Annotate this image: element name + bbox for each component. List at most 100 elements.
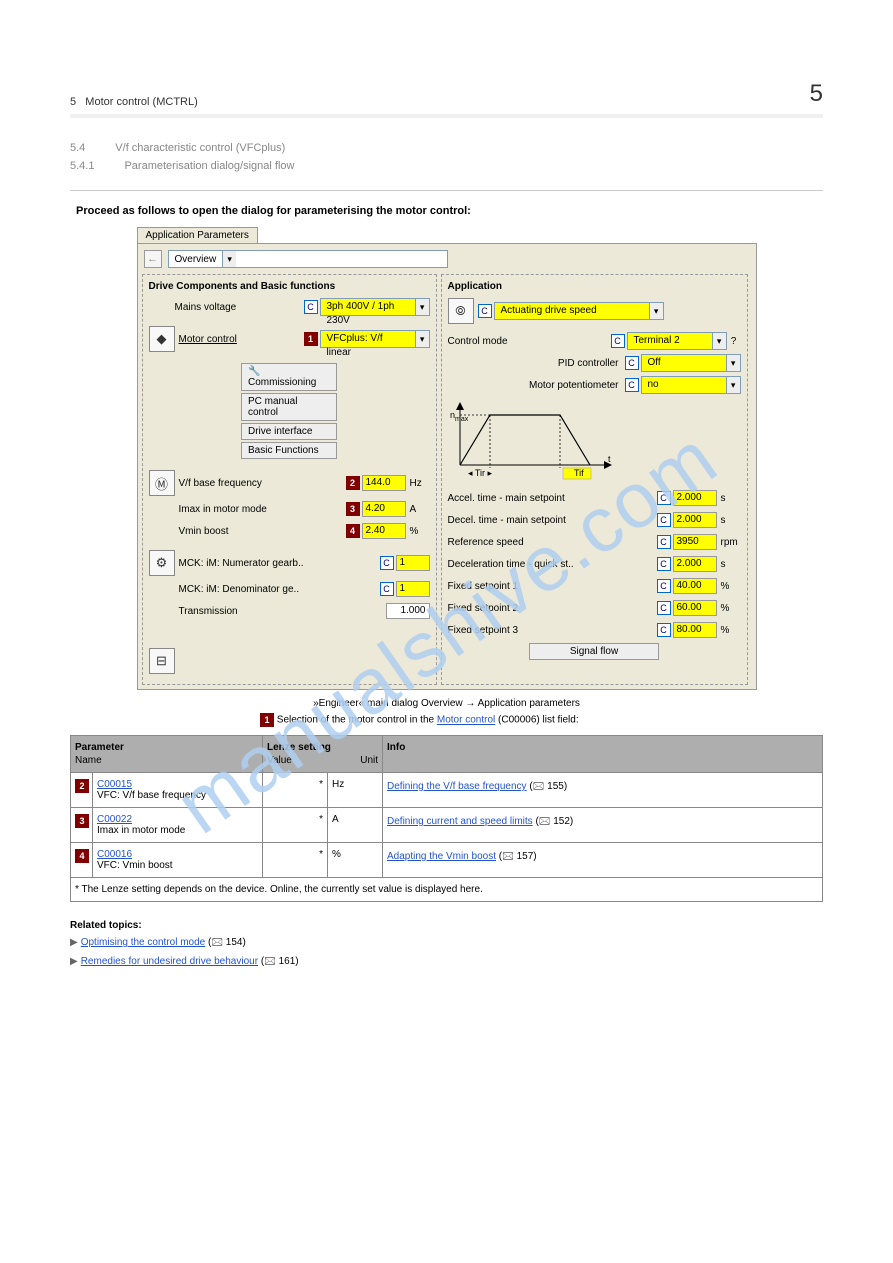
fsp2-value[interactable]: 60.00	[673, 600, 717, 616]
accel-label: Accel. time - main setpoint	[448, 493, 657, 504]
pane-left-title: Drive Components and Basic functions	[149, 281, 430, 292]
c-button[interactable]: C	[657, 491, 671, 505]
param-link[interactable]: C00015	[97, 779, 132, 790]
info-link[interactable]: Adapting the Vmin boost	[387, 851, 496, 862]
btn-pc-manual[interactable]: PC manual control	[241, 393, 337, 421]
motor-control-label[interactable]: Motor control	[179, 334, 304, 345]
param-link[interactable]: C00022	[97, 814, 132, 825]
qstop-value[interactable]: 2.000	[673, 556, 717, 572]
vf-base-unit: Hz	[406, 478, 430, 489]
imax-value[interactable]: 4.20	[362, 501, 406, 517]
mck-den-value[interactable]: 1	[396, 581, 430, 597]
badge-4: 4	[346, 524, 360, 538]
parameter-table: ParameterName Lenze setting ValueUnit In…	[70, 735, 823, 902]
c-button[interactable]: C	[625, 378, 639, 392]
c-button[interactable]: C	[478, 304, 492, 318]
intro-text: Proceed as follows to open the dialog fo…	[76, 205, 823, 217]
subsection-1: 5.4 V/f characteristic control (VFCplus)	[70, 142, 823, 154]
pid-label[interactable]: PID controller	[448, 358, 625, 369]
badge-3: 3	[346, 502, 360, 516]
subsection-1-num: 5.4	[70, 142, 85, 154]
help-icon[interactable]: ?	[727, 336, 741, 347]
mck-den-label: MCK: iM: Denominator ge..	[179, 584, 380, 595]
c-button[interactable]: C	[657, 513, 671, 527]
accel-unit: s	[717, 493, 741, 504]
back-button[interactable]: ←	[144, 250, 162, 268]
ramp-diagram: nmax ◂ Tir ▸ Tif t	[450, 400, 620, 480]
screenshot-panel: Application Parameters ← Overview ▾ Driv…	[137, 227, 757, 690]
pid-combo[interactable]: Off ▾	[641, 354, 741, 372]
table-row: 2 C00015VFC: V/f base frequency * Hz Def…	[71, 773, 823, 808]
vmin-unit: %	[406, 526, 430, 537]
dropdown-arrow-icon: ▾	[415, 299, 429, 315]
c-button[interactable]: C	[625, 356, 639, 370]
related-item: ▶Remedies for undesired drive behaviour …	[70, 954, 823, 971]
fsp1-unit: %	[717, 581, 741, 592]
vmin-label: Vmin boost	[179, 526, 346, 537]
fsp3-value[interactable]: 80.00	[673, 622, 717, 638]
c-button[interactable]: C	[657, 535, 671, 549]
motor-control-combo[interactable]: VFCplus: V/f linear ▾	[320, 330, 430, 348]
section-title: Motor control (MCTRL)	[85, 96, 197, 108]
motor-control-icon: ◆	[149, 326, 175, 352]
fsp3-label: Fixed setpoint 3	[448, 625, 657, 636]
c-button[interactable]: C	[657, 623, 671, 637]
mck-num-value[interactable]: 1	[396, 555, 430, 571]
decel-value[interactable]: 2.000	[673, 512, 717, 528]
fsp1-value[interactable]: 40.00	[673, 578, 717, 594]
svg-text:t: t	[608, 454, 611, 464]
related-link[interactable]: Optimising the control mode	[81, 937, 206, 948]
info-link[interactable]: Defining current and speed limits	[387, 816, 533, 827]
divider	[70, 190, 823, 191]
mpot-combo[interactable]: no ▾	[641, 376, 741, 394]
app-icon: ⦾	[448, 298, 474, 324]
table-row: 3 C00022Imax in motor mode * A Defining …	[71, 808, 823, 843]
param-link[interactable]: C00016	[97, 849, 132, 860]
app-value: Actuating drive speed	[495, 303, 649, 319]
c-button[interactable]: C	[657, 557, 671, 571]
fsp2-label: Fixed setpoint 2	[448, 603, 657, 614]
c-button[interactable]: C	[304, 300, 318, 314]
arrow-icon: ▶	[70, 956, 78, 967]
app-combo[interactable]: Actuating drive speed ▾	[494, 302, 664, 320]
dropdown-arrow-icon: ▾	[726, 355, 740, 371]
info-link[interactable]: Defining the V/f base frequency	[387, 781, 527, 792]
control-mode-combo[interactable]: Terminal 2 ▾	[627, 332, 727, 350]
signal-flow-button[interactable]: Signal flow	[529, 643, 659, 660]
control-mode-label: Control mode	[448, 336, 611, 347]
subsection-2-num: 5.4.1	[70, 160, 94, 172]
tab-app-parameters[interactable]: Application Parameters	[137, 227, 258, 243]
qstop-label: Deceleration time - quick st..	[448, 559, 657, 570]
c-button[interactable]: C	[657, 579, 671, 593]
c-button[interactable]: C	[657, 601, 671, 615]
mpot-label[interactable]: Motor potentiometer	[448, 380, 625, 391]
qstop-unit: s	[717, 559, 741, 570]
subsection-2-title: Parameterisation dialog/signal flow	[124, 160, 294, 172]
mains-voltage-label: Mains voltage	[175, 302, 304, 313]
badge-2: 2	[75, 779, 89, 793]
badge-4: 4	[75, 849, 89, 863]
related-link[interactable]: Remedies for undesired drive behaviour	[81, 956, 258, 967]
btn-drive-interface[interactable]: Drive interface	[241, 423, 337, 440]
btn-commissioning[interactable]: 🔧 Commissioning	[241, 363, 337, 391]
dropdown-arrow-icon: ▾	[222, 251, 236, 267]
imax-unit: A	[406, 504, 430, 515]
decel-unit: s	[717, 515, 741, 526]
c-button[interactable]: C	[611, 334, 625, 348]
vmin-value[interactable]: 2.40	[362, 523, 406, 539]
overview-combo[interactable]: Overview ▾	[168, 250, 448, 268]
btn-basic-functions[interactable]: Basic Functions	[241, 442, 337, 459]
refspeed-unit: rpm	[717, 537, 741, 548]
mpot-value: no	[642, 377, 726, 393]
accel-value[interactable]: 2.000	[673, 490, 717, 506]
transmission-label: Transmission	[179, 606, 386, 617]
vf-base-value[interactable]: 144.0	[362, 475, 406, 491]
transmission-value[interactable]: 1.000	[386, 603, 430, 619]
refspeed-value[interactable]: 3950	[673, 534, 717, 550]
c-button[interactable]: C	[380, 556, 394, 570]
figure-caption: »Engineer« main dialog Overview → Applic…	[70, 698, 823, 709]
c-button[interactable]: C	[380, 582, 394, 596]
motor-control-link[interactable]: Motor control	[437, 715, 495, 726]
mains-voltage-combo[interactable]: 3ph 400V / 1ph 230V ▾	[320, 298, 430, 316]
imax-label: Imax in motor mode	[179, 504, 346, 515]
